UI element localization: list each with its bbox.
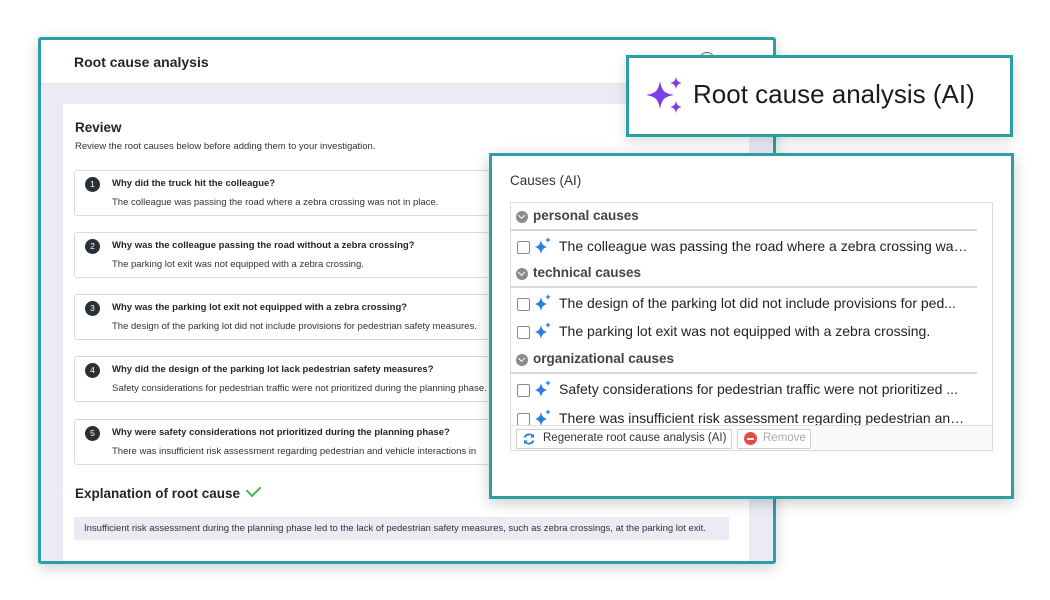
why-answer: The parking lot exit was not equipped wi… (112, 259, 364, 270)
explanation-box: Insufficient risk assessment during the … (74, 517, 729, 540)
why-question: Why was the parking lot exit not equippe… (112, 302, 408, 313)
step-number: 3 (85, 301, 100, 316)
review-subtitle: Review the root causes below before addi… (75, 141, 376, 152)
panel-footer: Regenerate root cause analysis (AI) Remo… (511, 425, 992, 450)
step-number: 5 (85, 426, 100, 441)
causes-list: personal causes The colleague was passin… (510, 202, 993, 451)
cause-row[interactable]: The parking lot exit was not equipped wi… (511, 317, 977, 345)
why-question: Why were safety considerations not prior… (112, 427, 450, 438)
why-question: Why was the colleague passing the road w… (112, 240, 415, 251)
window-title: Root cause analysis (74, 54, 209, 70)
remove-button[interactable]: Remove (737, 429, 811, 449)
why-answer: The design of the parking lot did not in… (112, 321, 477, 332)
remove-button-label: Remove (763, 432, 806, 444)
cause-checkbox[interactable] (517, 326, 530, 339)
checkmark-icon (245, 481, 262, 498)
step-number: 1 (85, 177, 100, 192)
regenerate-button-label: Regenerate root cause analysis (AI) (543, 432, 727, 444)
cause-text: There was insufficient risk assessment r… (559, 410, 971, 426)
ai-sparkle-icon (535, 237, 551, 254)
ai-sparkle-icon (535, 380, 551, 397)
step-number: 2 (85, 239, 100, 254)
divider (511, 372, 977, 374)
cause-checkbox[interactable] (517, 384, 530, 397)
review-title: Review (75, 120, 122, 135)
ai-sparkle-icon (535, 322, 551, 339)
ai-panel-title: Causes (AI) (510, 173, 582, 188)
regenerate-button[interactable]: Regenerate root cause analysis (AI) (516, 429, 732, 449)
cause-text: The design of the parking lot did not in… (559, 295, 956, 311)
divider (511, 286, 977, 288)
refresh-icon (523, 433, 535, 445)
why-answer: Safety considerations for pedestrian tra… (112, 383, 487, 394)
explanation-title: Explanation of root cause (75, 486, 241, 501)
cause-row[interactable]: The design of the parking lot did not in… (511, 289, 977, 317)
cause-text: The colleague was passing the road where… (559, 238, 971, 254)
cause-checkbox[interactable] (517, 241, 530, 254)
cause-row[interactable]: Safety considerations for pedestrian tra… (511, 375, 977, 403)
callout-title: Root cause analysis (AI) (693, 79, 975, 109)
group-label: personal causes (533, 208, 639, 223)
why-question: Why did the design of the parking lot la… (112, 364, 434, 375)
divider (511, 229, 977, 231)
group-technical-causes[interactable]: technical causes (511, 260, 977, 288)
why-answer: There was insufficient risk assessment r… (112, 446, 477, 457)
sparkle-icon (646, 77, 682, 113)
explanation-text: Insufficient risk assessment during the … (84, 523, 706, 534)
group-personal-causes[interactable]: personal causes (511, 203, 977, 231)
chevron-down-icon[interactable] (516, 211, 528, 223)
chevron-down-icon[interactable] (516, 354, 528, 366)
why-answer: The colleague was passing the road where… (112, 197, 439, 208)
why-question: Why did the truck hit the colleague? (112, 178, 276, 189)
group-organizational-causes[interactable]: organizational causes (511, 346, 977, 374)
explanation-heading: Explanation of root cause (75, 481, 262, 501)
step-number: 4 (85, 363, 100, 378)
cause-text: The parking lot exit was not equipped wi… (559, 323, 931, 339)
cause-row[interactable]: The colleague was passing the road where… (511, 232, 977, 260)
chevron-down-icon[interactable] (516, 268, 528, 280)
remove-icon (744, 432, 757, 445)
ai-sparkle-icon (535, 294, 551, 311)
group-label: organizational causes (533, 351, 675, 366)
group-label: technical causes (533, 265, 642, 280)
cause-text: Safety considerations for pedestrian tra… (559, 381, 958, 397)
feature-title-callout: Root cause analysis (AI) (626, 55, 1013, 137)
ai-causes-panel: Causes (AI) personal causes The colleagu… (489, 153, 1014, 499)
cause-checkbox[interactable] (517, 298, 530, 311)
